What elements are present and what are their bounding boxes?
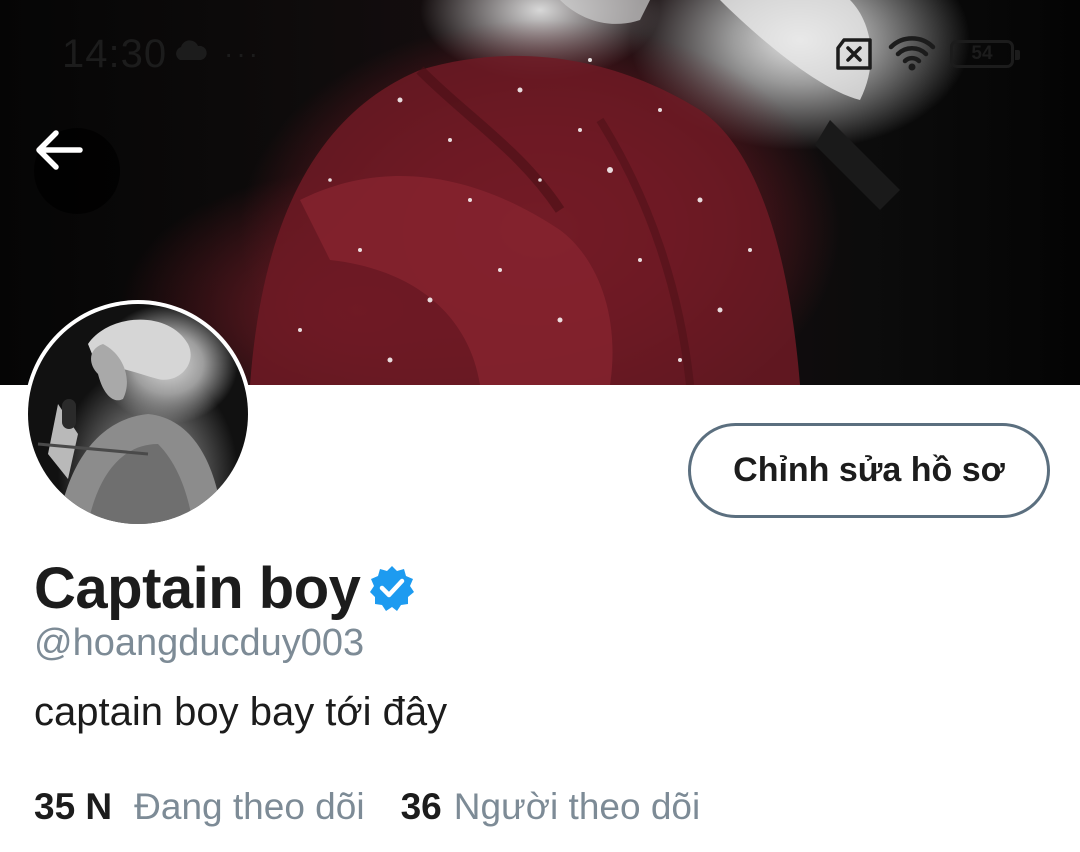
profile-bio: captain boy bay tới đây — [34, 690, 448, 734]
followers-count: 36 — [400, 786, 442, 827]
status-time: 14:30 — [62, 32, 168, 76]
edit-profile-button[interactable]: Chỉnh sửa hồ sơ — [688, 423, 1050, 518]
arrow-left-icon — [36, 130, 83, 170]
follow-stats: 35 N Đang theo dõi 36 Người theo dõi — [34, 782, 700, 832]
avatar-image — [28, 304, 248, 524]
battery-level: 54 — [971, 43, 993, 64]
verified-badge-icon — [368, 564, 416, 617]
following-count: 35 N — [34, 786, 113, 827]
more-notifications-icon: ··· — [224, 38, 261, 69]
following-stat[interactable]: 35 N Đang theo dõi — [34, 786, 365, 828]
battery-icon: 54 — [950, 40, 1020, 68]
profile-screen: 14:30 ··· 54 Chỉnh sửa hồ sơ Captain boy… — [0, 0, 1080, 852]
following-label: Đang theo dõi — [134, 786, 365, 827]
back-button[interactable] — [34, 128, 120, 214]
user-handle: @hoangducduy003 — [34, 622, 365, 664]
avatar[interactable] — [24, 300, 252, 528]
followers-label: Người theo dõi — [453, 786, 701, 827]
followers-stat[interactable]: 36 Người theo dõi — [401, 786, 701, 828]
display-name-row: Captain boy — [34, 548, 416, 628]
status-bar: 14:30 ··· 54 — [0, 0, 1080, 110]
display-name: Captain boy — [34, 555, 361, 621]
